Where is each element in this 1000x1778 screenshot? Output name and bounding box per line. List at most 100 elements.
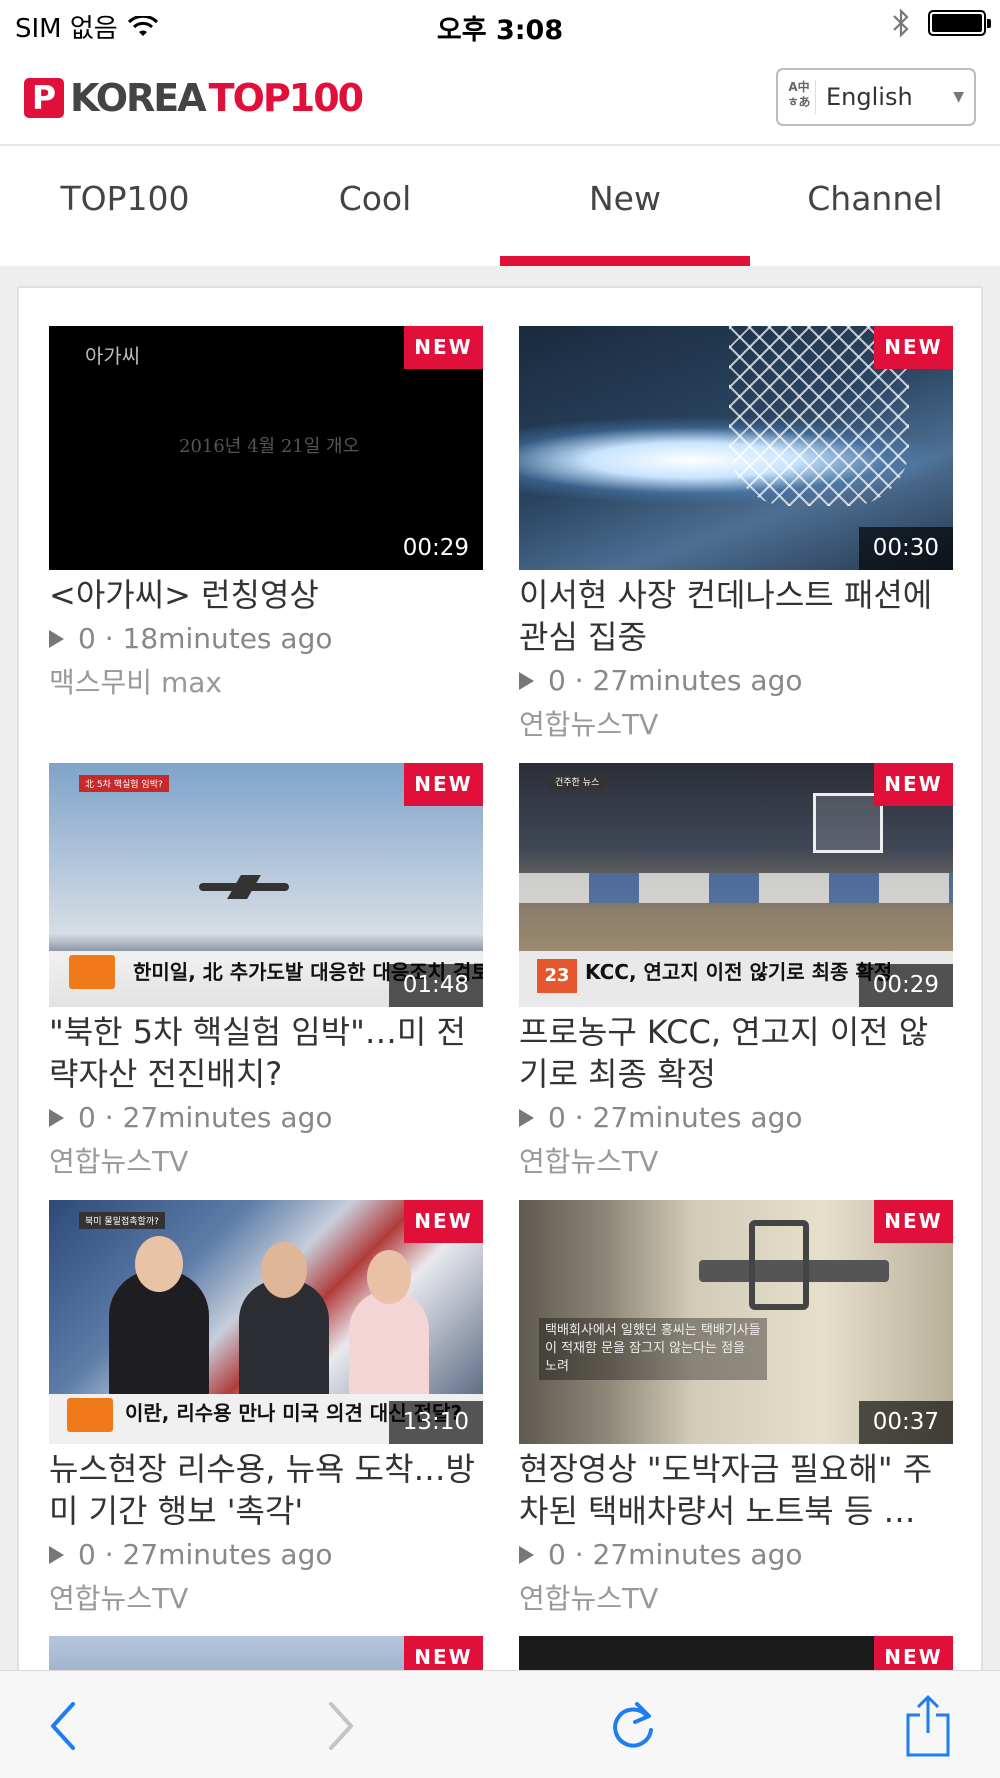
site-header: P KOREA TOP100 A中 ㅎあ English ▼ (0, 50, 1000, 146)
time-ago: · 27minutes ago (104, 1101, 333, 1134)
view-count: 0 (548, 1101, 566, 1134)
channel-name[interactable]: 연합뉴스TV (519, 1577, 953, 1617)
play-count-icon (49, 629, 64, 648)
video-title[interactable]: 현장영상 "도박자금 필요해" 주차된 택배차량서 노트북 등 … (519, 1448, 953, 1532)
thumbnail-logo (69, 955, 115, 989)
new-badge: NEW (404, 326, 483, 369)
thumbnail-caption: 북미 물밑접촉할까? (79, 1212, 165, 1229)
language-value: English (826, 83, 913, 111)
logo-badge: P (24, 78, 64, 118)
back-button[interactable] (28, 1691, 98, 1761)
thumbnail-logo (67, 1398, 113, 1432)
time-ago: · 18minutes ago (104, 622, 333, 655)
tab-cool[interactable]: Cool (250, 148, 500, 266)
video-title[interactable]: 이서현 사장 컨데나스트 패션에 관심 집중 (519, 574, 953, 658)
share-icon (906, 1695, 950, 1757)
status-time: 오후 3:08 (436, 15, 564, 46)
thumbnail-caption: 北 5차 핵실험 임박? (79, 775, 169, 792)
time-ago: · 27minutes ago (574, 1538, 803, 1571)
duration-label: 00:30 (858, 527, 953, 570)
duration-label: 00:29 (388, 527, 483, 570)
language-select[interactable]: A中 ㅎあ English ▼ (776, 68, 976, 126)
translate-icon: A中 ㅎあ (786, 80, 816, 114)
channel-name[interactable]: 맥스무비 max (49, 661, 483, 701)
battery-level (932, 14, 982, 32)
new-badge: NEW (874, 326, 953, 369)
view-count: 0 (78, 1101, 96, 1134)
tab-new[interactable]: New (500, 148, 750, 266)
thumbnail-art (135, 1236, 183, 1292)
video-thumbnail[interactable]: NEW 00:30 (519, 326, 953, 570)
time-ago: · 27minutes ago (574, 1101, 803, 1134)
video-list-panel: 아가씨 2016년 4월 21일 개오 NEW 00:29 <아가씨> 런칭영상… (17, 286, 983, 1706)
video-thumbnail[interactable]: 北 5차 핵실험 임박? 한미일, 北 추가도발 대응한 대응조치 검토 NEW… (49, 763, 483, 1007)
thumbnail-art (199, 883, 289, 891)
play-count-icon (519, 671, 534, 690)
video-meta: 0 · 27minutes ago (519, 1538, 953, 1571)
video-title[interactable]: <아가씨> 런칭영상 (49, 574, 483, 616)
time-ago: · 27minutes ago (574, 664, 803, 697)
thumbnail-art (813, 793, 883, 853)
play-count-icon (49, 1108, 64, 1127)
thumbnail-caption: KCC, 연고지 이전 않기로 최종 확정 (585, 960, 893, 984)
thumbnail-art (349, 1290, 429, 1400)
thumbnail-logo: 23 (537, 959, 577, 993)
tab-top100[interactable]: TOP100 (0, 148, 250, 266)
video-meta: 0 · 27minutes ago (519, 664, 953, 697)
video-meta: 0 · 27minutes ago (519, 1101, 953, 1134)
channel-name[interactable]: 연합뉴스TV (519, 703, 953, 743)
channel-name[interactable]: 연합뉴스TV (49, 1577, 483, 1617)
video-thumbnail[interactable]: 아가씨 2016년 4월 21일 개오 NEW 00:29 (49, 326, 483, 570)
video-card[interactable]: 北 5차 핵실험 임박? 한미일, 北 추가도발 대응한 대응조치 검토 NEW… (49, 763, 483, 1200)
thumbnail-caption: 택배회사에서 일했던 홍씨는 택배기사들이 적재함 문을 잠그지 않는다는 점을… (539, 1318, 767, 1380)
duration-label: 13:10 (388, 1401, 483, 1444)
battery-icon (928, 10, 991, 36)
new-badge: NEW (874, 763, 953, 806)
logo-text-top100: TOP100 (208, 76, 364, 120)
thumbnail-caption: 2016년 4월 21일 개오 (179, 436, 360, 457)
play-count-icon (49, 1545, 64, 1564)
video-card[interactable]: NEW 00:30 이서현 사장 컨데나스트 패션에 관심 집중 0 · 27m… (519, 326, 953, 763)
browser-toolbar (0, 1670, 1000, 1778)
video-thumbnail[interactable]: 택배회사에서 일했던 홍씨는 택배기사들이 적재함 문을 잠그지 않는다는 점을… (519, 1200, 953, 1444)
view-count: 0 (78, 622, 96, 655)
channel-name[interactable]: 연합뉴스TV (519, 1140, 953, 1180)
view-count: 0 (548, 664, 566, 697)
video-meta: 0 · 27minutes ago (49, 1101, 483, 1134)
play-count-icon (519, 1108, 534, 1127)
view-count: 0 (548, 1538, 566, 1571)
reload-button[interactable] (598, 1691, 668, 1761)
video-title[interactable]: 프로농구 KCC, 연고지 이전 않기로 최종 확정 (519, 1011, 953, 1095)
video-title[interactable]: "북한 5차 핵실험 임박"…미 전략자산 전진배치? (49, 1011, 483, 1095)
new-badge: NEW (404, 1200, 483, 1243)
video-card[interactable]: 택배회사에서 일했던 홍씨는 택배기사들이 적재함 문을 잠그지 않는다는 점을… (519, 1200, 953, 1637)
play-count-icon (519, 1545, 534, 1564)
reload-icon (613, 1702, 653, 1748)
time-ago: · 27minutes ago (104, 1538, 333, 1571)
video-thumbnail[interactable]: 건주한 뉴스 23 KCC, 연고지 이전 않기로 최종 확정 NEW 00:2… (519, 763, 953, 1007)
thumbnail-caption: 건주한 뉴스 (549, 773, 606, 790)
thumbnail-caption: 아가씨 (85, 344, 141, 368)
video-card[interactable]: 아가씨 2016년 4월 21일 개오 NEW 00:29 <아가씨> 런칭영상… (49, 326, 483, 763)
duration-label: 00:29 (858, 964, 953, 1007)
video-thumbnail[interactable]: 북미 물밑접촉할까? 이란, 리수용 만나 미국 의견 대신 전달? NEW 1… (49, 1200, 483, 1444)
status-right (892, 8, 991, 38)
view-count: 0 (78, 1538, 96, 1571)
share-button[interactable] (893, 1691, 963, 1761)
thumbnail-art (519, 873, 953, 903)
video-card[interactable]: 건주한 뉴스 23 KCC, 연고지 이전 않기로 최종 확정 NEW 00:2… (519, 763, 953, 1200)
site-logo[interactable]: P KOREA TOP100 (24, 76, 364, 120)
video-grid: 아가씨 2016년 4월 21일 개오 NEW 00:29 <아가씨> 런칭영상… (49, 326, 955, 1637)
duration-label: 00:37 (858, 1401, 953, 1444)
forward-icon (329, 1702, 353, 1750)
thumbnail-art (367, 1250, 411, 1304)
logo-text-korea: KOREA (70, 76, 207, 120)
channel-name[interactable]: 연합뉴스TV (49, 1140, 483, 1180)
forward-button[interactable] (306, 1691, 376, 1761)
video-card[interactable]: 북미 물밑접촉할까? 이란, 리수용 만나 미국 의견 대신 전달? NEW 1… (49, 1200, 483, 1637)
tab-channel[interactable]: Channel (750, 148, 1000, 266)
video-title[interactable]: 뉴스현장 리수용, 뉴욕 도착…방미 기간 행보 '촉각' (49, 1448, 483, 1532)
category-tabs: TOP100 Cool New Channel (0, 148, 1000, 266)
video-meta: 0 · 18minutes ago (49, 622, 483, 655)
thumbnail-art (261, 1242, 307, 1298)
